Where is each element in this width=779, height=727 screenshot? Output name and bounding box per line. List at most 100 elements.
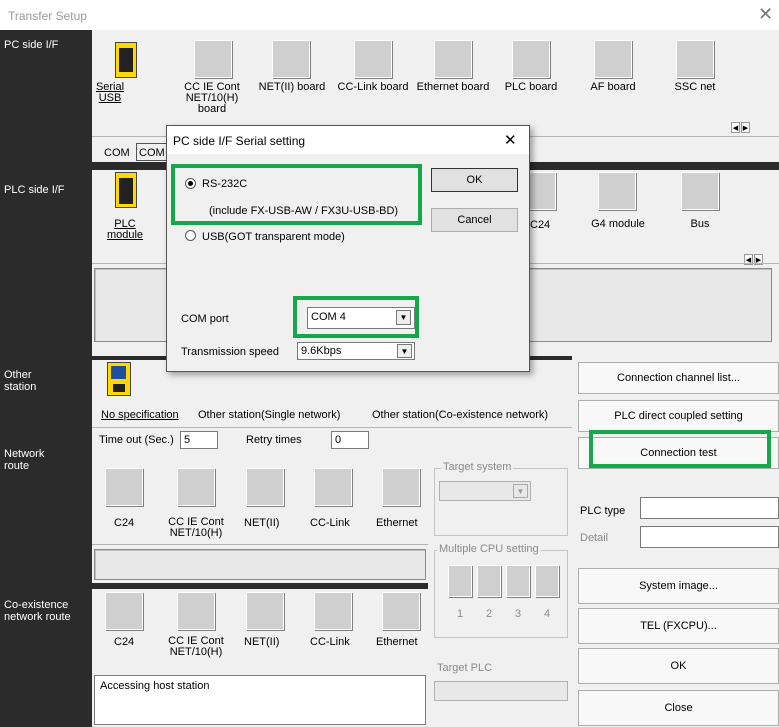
coexist-route-label: Co-existence network route bbox=[4, 599, 71, 623]
no-specification-option[interactable]: No specification bbox=[101, 409, 179, 421]
g4-module-icon[interactable] bbox=[598, 172, 636, 210]
scroll-left-icon[interactable]: ◀ bbox=[731, 122, 740, 133]
other-station-single-option[interactable]: Other station(Single network) bbox=[198, 409, 340, 421]
coexist-net2-label[interactable]: NET(II) bbox=[244, 636, 279, 648]
cpu-2-label: 2 bbox=[486, 608, 493, 620]
other-station-icon[interactable] bbox=[107, 362, 131, 396]
scroll-right-icon[interactable]: ▶ bbox=[741, 122, 750, 133]
net2-board-icon[interactable] bbox=[272, 40, 310, 78]
cpu-1-icon[interactable] bbox=[448, 565, 472, 597]
network-route-label: Network route bbox=[4, 448, 45, 472]
g4-module-label[interactable]: G4 module bbox=[578, 219, 658, 230]
af-board-label[interactable]: AF board bbox=[573, 82, 653, 93]
route-info-panel bbox=[94, 549, 426, 580]
target-system-select[interactable]: ▼ bbox=[439, 481, 531, 501]
serial-setting-dialog: PC side I/F Serial setting ✕ RS-232C (in… bbox=[166, 125, 530, 372]
transmission-speed-select[interactable]: 9.6Kbps ▼ bbox=[297, 342, 415, 360]
ok-button[interactable]: OK bbox=[578, 648, 779, 684]
coexist-cc-ie-label[interactable]: CC IE Cont NET/10(H) bbox=[156, 636, 236, 658]
chevron-down-icon: ▼ bbox=[397, 344, 412, 358]
status-panel: Accessing host station bbox=[94, 675, 426, 725]
route-ethernet-label[interactable]: Ethernet bbox=[376, 517, 418, 529]
serial-usb-label[interactable]: Serial USB bbox=[86, 82, 134, 104]
dialog-cancel-button[interactable]: Cancel bbox=[431, 208, 518, 232]
usb-label[interactable]: USB(GOT transparent mode) bbox=[202, 231, 345, 243]
target-system-group bbox=[434, 468, 568, 536]
cpu-3-icon[interactable] bbox=[506, 565, 530, 597]
plc-board-icon[interactable] bbox=[512, 40, 550, 78]
serial-usb-icon[interactable] bbox=[115, 42, 137, 78]
c24-module-label[interactable]: C24 bbox=[530, 219, 550, 231]
route-net2-label[interactable]: NET(II) bbox=[244, 517, 279, 529]
transmission-speed-label: Transmission speed bbox=[181, 346, 280, 358]
dialog-ok-button[interactable]: OK bbox=[431, 168, 518, 192]
bus-label[interactable]: Bus bbox=[660, 219, 740, 230]
route-net2-icon[interactable] bbox=[246, 468, 284, 506]
pc-side-label: PC side I/F bbox=[4, 39, 59, 51]
divider bbox=[92, 427, 572, 428]
plc-direct-coupled-button[interactable]: PLC direct coupled setting bbox=[578, 400, 779, 432]
coexist-cc-link-label[interactable]: CC-Link bbox=[310, 636, 350, 648]
route-cc-link-icon[interactable] bbox=[314, 468, 352, 506]
cpu-1-label: 1 bbox=[457, 608, 464, 620]
af-board-icon[interactable] bbox=[594, 40, 632, 78]
ethernet-board-label[interactable]: Ethernet board bbox=[413, 82, 493, 93]
title-bar: Transfer Setup ✕ bbox=[0, 0, 779, 30]
coexist-c24-label[interactable]: C24 bbox=[114, 636, 134, 648]
dialog-close-button[interactable]: ✕ bbox=[504, 131, 517, 149]
com-port-highlight bbox=[293, 296, 419, 338]
cpu-4-icon[interactable] bbox=[535, 565, 559, 597]
cc-link-board-icon[interactable] bbox=[354, 40, 392, 78]
ssc-net-label[interactable]: SSC net bbox=[655, 82, 735, 93]
ethernet-board-icon[interactable] bbox=[434, 40, 472, 78]
retry-input[interactable]: 0 bbox=[331, 431, 369, 449]
multi-cpu-label: Multiple CPU setting bbox=[437, 543, 541, 555]
com-port-label: COM port bbox=[181, 313, 229, 325]
connection-channel-list-button[interactable]: Connection channel list... bbox=[578, 362, 779, 394]
connection-test-highlight bbox=[589, 430, 771, 468]
usb-radio[interactable] bbox=[185, 230, 196, 241]
retry-label: Retry times bbox=[246, 434, 302, 446]
bus-icon[interactable] bbox=[681, 172, 719, 210]
other-station-coexist-option[interactable]: Other station(Co-existence network) bbox=[372, 409, 548, 421]
plc-board-label[interactable]: PLC board bbox=[491, 82, 571, 93]
coexist-cc-ie-icon[interactable] bbox=[177, 592, 215, 630]
system-image-button[interactable]: System image... bbox=[578, 568, 779, 604]
coexist-net2-icon[interactable] bbox=[246, 592, 284, 630]
detail-field bbox=[640, 526, 779, 548]
coexist-ethernet-label[interactable]: Ethernet bbox=[376, 636, 418, 648]
com-port-box[interactable]: COM bbox=[136, 143, 170, 161]
transmission-speed-value: 9.6Kbps bbox=[301, 345, 342, 357]
window-title: Transfer Setup bbox=[8, 9, 87, 23]
cpu-2-icon[interactable] bbox=[477, 565, 501, 597]
timeout-input[interactable]: 5 bbox=[180, 431, 218, 449]
net2-board-label[interactable]: NET(II) board bbox=[252, 82, 332, 93]
close-button[interactable]: Close bbox=[578, 690, 779, 726]
dialog-title: PC side I/F Serial setting bbox=[173, 134, 306, 148]
timeout-label: Time out (Sec.) bbox=[99, 434, 174, 446]
route-cc-ie-label[interactable]: CC IE Cont NET/10(H) bbox=[156, 517, 236, 539]
window-close-button[interactable]: ✕ bbox=[758, 4, 773, 25]
route-cc-ie-icon[interactable] bbox=[177, 468, 215, 506]
com-port-text: COM bbox=[104, 147, 130, 159]
cc-ie-board-label[interactable]: CC IE Cont NET/10(H) board bbox=[172, 82, 252, 115]
ssc-net-icon[interactable] bbox=[676, 40, 714, 78]
plc-module-icon[interactable] bbox=[115, 172, 137, 208]
route-ethernet-icon[interactable] bbox=[382, 468, 420, 506]
route-cc-link-label[interactable]: CC-Link bbox=[310, 517, 350, 529]
coexist-cc-link-icon[interactable] bbox=[314, 592, 352, 630]
coexist-ethernet-icon[interactable] bbox=[382, 592, 420, 630]
plc-module-label[interactable]: PLC module bbox=[100, 219, 150, 241]
other-station-label: Other station bbox=[4, 369, 37, 393]
detail-label: Detail bbox=[580, 532, 609, 544]
target-system-label: Target system bbox=[441, 461, 514, 473]
coexist-c24-icon[interactable] bbox=[105, 592, 143, 630]
route-c24-label[interactable]: C24 bbox=[114, 517, 134, 529]
cc-link-board-label[interactable]: CC-Link board bbox=[333, 82, 413, 93]
target-plc-field bbox=[434, 681, 568, 701]
plc-side-label: PLC side I/F bbox=[4, 184, 65, 196]
route-c24-icon[interactable] bbox=[105, 468, 143, 506]
tel-fxcpu-button[interactable]: TEL (FXCPU)... bbox=[578, 608, 779, 644]
cc-ie-board-icon[interactable] bbox=[194, 40, 232, 78]
separator bbox=[92, 583, 428, 589]
